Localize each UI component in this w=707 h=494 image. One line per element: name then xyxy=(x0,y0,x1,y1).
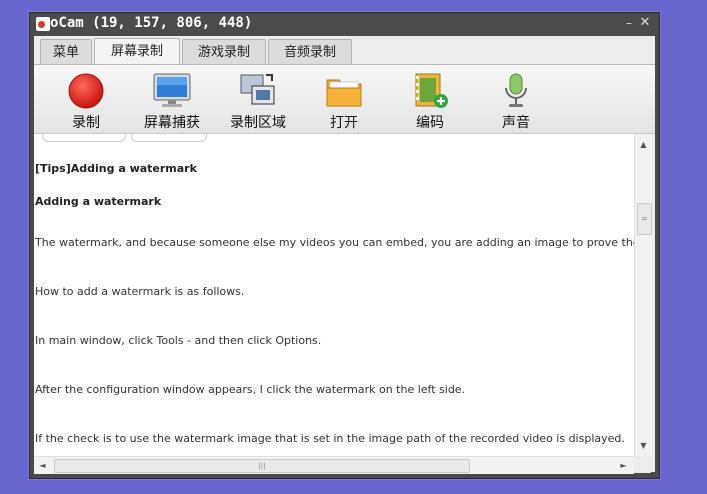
record-area-button[interactable]: 录制区域 xyxy=(219,69,297,131)
record-area-label: 录制区域 xyxy=(230,115,286,131)
record-button[interactable]: 录制 xyxy=(47,69,125,131)
paragraph: In main window, click Tools - and then c… xyxy=(35,334,322,347)
title-bar[interactable]: oCam (19, 157, 806, 448) – ✕ xyxy=(30,13,659,35)
partial-button-fragment xyxy=(131,134,207,142)
scroll-right-arrow[interactable]: ► xyxy=(615,457,632,474)
monitor-icon xyxy=(153,73,191,107)
scrollbar-corner xyxy=(634,456,651,473)
paragraph: The watermark, and because someone else … xyxy=(35,236,634,249)
sound-label: 声音 xyxy=(502,115,530,131)
region-icon xyxy=(240,74,275,105)
window-title: oCam (19, 157, 806, 448) xyxy=(50,15,253,31)
paragraph: If the check is to use the watermark ima… xyxy=(35,432,625,445)
toolbar: 录制 屏幕捕获 录制区域 打开 编码 声音 xyxy=(34,65,655,134)
vertical-scroll-thumb[interactable]: = xyxy=(637,203,652,235)
close-button[interactable]: ✕ xyxy=(637,15,653,31)
record-label: 录制 xyxy=(72,115,100,131)
encode-button[interactable]: 编码 xyxy=(391,69,469,131)
screen-capture-button[interactable]: 屏幕捕获 xyxy=(133,69,211,131)
tab-audio-recording[interactable]: 音频录制 xyxy=(268,39,352,64)
client-area: 菜单 屏幕录制 游戏录制 音频录制 录制 屏幕捕获 录制区域 打开 编码 声音 … xyxy=(34,36,655,474)
film-add-icon xyxy=(415,73,448,108)
screen-capture-label: 屏幕捕获 xyxy=(144,115,200,131)
tab-screen-recording[interactable]: 屏幕录制 xyxy=(94,38,180,64)
tips-content-pane[interactable]: [Tips]Adding a watermark Adding a waterm… xyxy=(34,134,634,456)
paragraph: How to add a watermark is as follows. xyxy=(35,285,245,298)
record-icon xyxy=(68,73,104,109)
microphone-icon xyxy=(505,73,527,107)
tab-bar: 菜单 屏幕录制 游戏录制 音频录制 xyxy=(34,36,655,65)
folder-icon xyxy=(326,79,362,107)
scroll-left-arrow[interactable]: ◄ xyxy=(34,457,51,474)
scroll-up-arrow[interactable]: ▲ xyxy=(635,136,652,153)
vertical-scrollbar[interactable]: ▲ = ▼ xyxy=(634,134,652,456)
scroll-down-arrow[interactable]: ▼ xyxy=(635,437,652,454)
sound-button[interactable]: 声音 xyxy=(477,69,555,131)
tips-heading: [Tips]Adding a watermark xyxy=(35,162,197,175)
horizontal-scroll-thumb[interactable]: ||| xyxy=(54,459,470,473)
encode-label: 编码 xyxy=(416,115,444,131)
open-button[interactable]: 打开 xyxy=(305,69,383,131)
tab-menu[interactable]: 菜单 xyxy=(40,39,92,64)
minimize-button[interactable]: – xyxy=(621,15,637,31)
ocam-app-icon xyxy=(36,17,50,31)
section-heading: Adding a watermark xyxy=(35,195,162,208)
ocam-window: oCam (19, 157, 806, 448) – ✕ 菜单 屏幕录制 游戏录… xyxy=(29,12,660,479)
horizontal-scrollbar[interactable]: ◄ ||| ► xyxy=(34,456,634,474)
open-label: 打开 xyxy=(330,115,358,131)
tab-game-recording[interactable]: 游戏录制 xyxy=(182,39,266,64)
partial-button-fragment xyxy=(42,134,126,142)
paragraph: After the configuration window appears, … xyxy=(35,383,466,396)
